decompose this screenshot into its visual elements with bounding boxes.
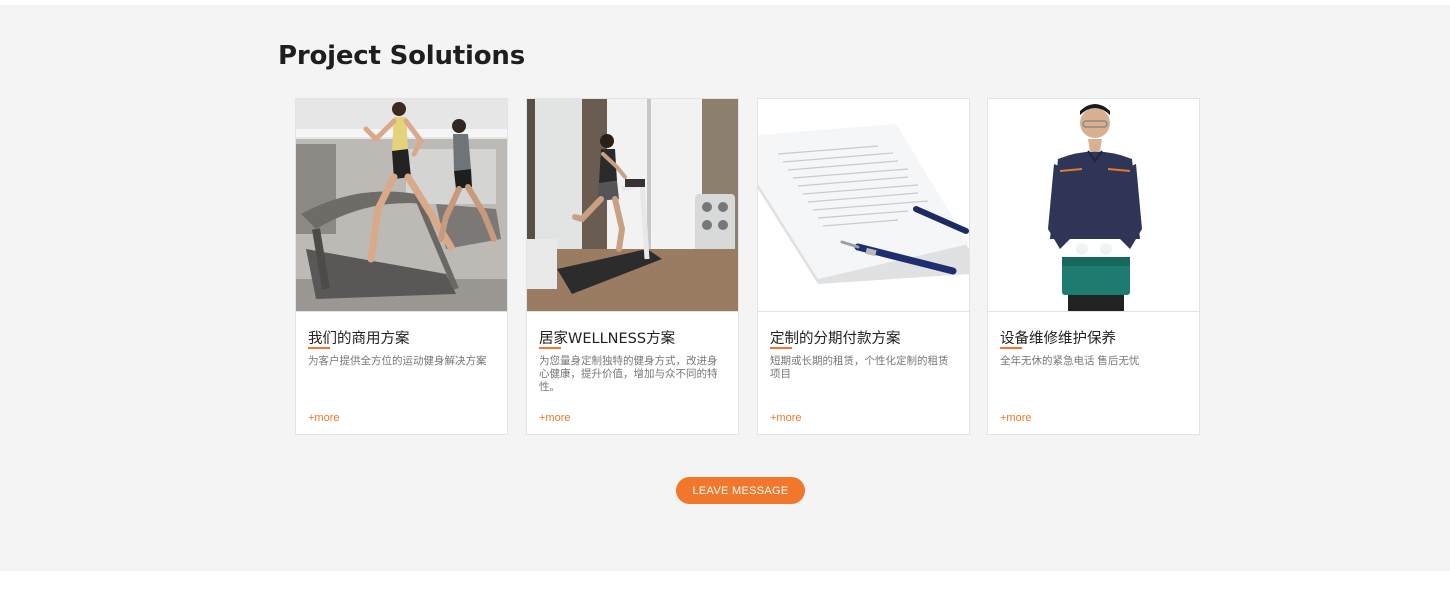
home-treadmill-image (527, 99, 738, 312)
leave-message-button[interactable]: LEAVE MESSAGE (676, 477, 805, 504)
title-underline (1000, 347, 1022, 349)
card-description: 全年无休的紧急电话 售后无忧 (1000, 355, 1140, 367)
card-description: 短期或长期的租赁，个性化定制的租赁项目 (770, 355, 949, 380)
gym-treadmill-image (296, 99, 507, 312)
more-link[interactable]: +more (1000, 412, 1032, 424)
technician-image (988, 99, 1199, 312)
solution-card-commercial[interactable]: 我们的商用方案 为客户提供全方位的运动健身解决方案 +more (295, 98, 508, 435)
more-link[interactable]: +more (539, 412, 571, 424)
title-underline (539, 347, 561, 349)
section-title: Project Solutions (278, 41, 525, 71)
more-link[interactable]: +more (308, 412, 340, 424)
document-pen-image (758, 99, 969, 312)
card-title: 定制的分期付款方案 (770, 331, 901, 347)
card-title: 居家WELLNESS方案 (539, 331, 676, 347)
card-description: 为客户提供全方位的运动健身解决方案 (308, 355, 487, 367)
solution-card-home-wellness[interactable]: 居家WELLNESS方案 为您量身定制独特的健身方式，改进身心健康，提升价值，增… (526, 98, 739, 435)
solution-card-maintenance[interactable]: 设备维修维护保养 全年无休的紧急电话 售后无忧 +more (987, 98, 1200, 435)
more-link[interactable]: +more (770, 412, 802, 424)
title-underline (770, 347, 792, 349)
card-title: 设备维修维护保养 (1000, 331, 1116, 347)
solution-card-installment[interactable]: 定制的分期付款方案 短期或长期的租赁，个性化定制的租赁项目 +more (757, 98, 970, 435)
card-title: 我们的商用方案 (308, 331, 410, 347)
title-underline (308, 347, 330, 349)
card-description: 为您量身定制独特的健身方式，改进身心健康，提升价值，增加与众不同的特性。 (539, 355, 718, 393)
